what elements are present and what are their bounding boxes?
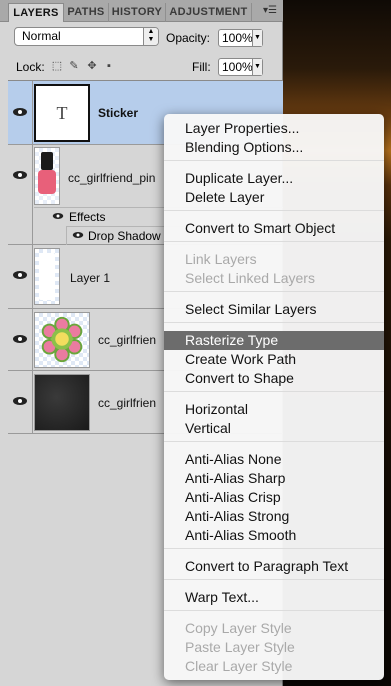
menu-separator xyxy=(164,210,384,211)
menu-separator xyxy=(164,391,384,392)
menu-item-anti-alias-smooth[interactable]: Anti-Alias Smooth xyxy=(164,526,384,545)
lock-row: Lock: ⬚ ✎ ✥ ▪ Fill: 100% ▼ xyxy=(0,55,283,79)
eye-icon xyxy=(13,171,27,179)
menu-item-duplicate-layer[interactable]: Duplicate Layer... xyxy=(164,169,384,188)
dropdown-arrow-icon[interactable]: ▼ xyxy=(252,59,262,75)
tab-adjustment[interactable]: ADJUSTMENT xyxy=(166,3,252,22)
menu-item-horizontal[interactable]: Horizontal xyxy=(164,400,384,419)
menu-item-anti-alias-none[interactable]: Anti-Alias None xyxy=(164,450,384,469)
menu-item-convert-paragraph-text[interactable]: Convert to Paragraph Text xyxy=(164,557,384,576)
lock-label: Lock: xyxy=(16,60,45,74)
layer-name: cc_girlfriend_pin xyxy=(68,171,156,185)
menu-item-select-similar-layers[interactable]: Select Similar Layers xyxy=(164,300,384,319)
menu-item-link-layers: Link Layers xyxy=(185,251,257,267)
menu-separator xyxy=(164,322,384,323)
eye-icon xyxy=(13,397,27,405)
effects-label: Effects xyxy=(69,210,106,224)
menu-separator xyxy=(164,579,384,580)
lock-brush-icon[interactable]: ✎ xyxy=(68,60,80,72)
effect-name: Drop Shadow xyxy=(88,229,161,243)
menu-item-copy-layer-style: Copy Layer Style xyxy=(185,620,292,636)
flower-icon xyxy=(41,316,83,363)
opacity-field[interactable]: 100% ▼ xyxy=(218,29,263,47)
dropdown-arrow-icon[interactable]: ▼ xyxy=(252,30,262,46)
menu-item-convert-smart-object[interactable]: Convert to Smart Object xyxy=(164,219,384,238)
select-arrows-icon: ▲ ▼ xyxy=(143,28,158,45)
visibility-toggle[interactable] xyxy=(8,81,33,144)
menu-separator xyxy=(164,548,384,549)
text-layer-icon: T xyxy=(56,103,68,123)
tab-paths[interactable]: PATHS xyxy=(64,3,109,22)
visibility-toggle[interactable] xyxy=(8,309,33,370)
layer-name: Layer 1 xyxy=(70,271,111,285)
nail-polish-icon xyxy=(41,152,53,170)
layer-name: Sticker xyxy=(98,106,139,120)
menu-item-create-work-path[interactable]: Create Work Path xyxy=(164,350,384,369)
blend-mode-select[interactable]: Normal ▲ ▼ xyxy=(14,27,159,46)
tab-history[interactable]: HISTORY xyxy=(109,3,166,22)
menu-item-blending-options[interactable]: Blending Options... xyxy=(164,138,384,157)
visibility-toggle[interactable] xyxy=(8,371,33,433)
eye-icon xyxy=(13,335,27,343)
layer-thumbnail xyxy=(34,374,90,431)
layer-thumbnail xyxy=(34,147,60,205)
eye-icon xyxy=(13,271,27,279)
panel-menu-icon[interactable]: ▾☰ xyxy=(261,4,279,18)
menu-separator xyxy=(164,241,384,242)
menu-item-convert-to-shape[interactable]: Convert to Shape xyxy=(164,369,384,388)
menu-item-delete-layer[interactable]: Delete Layer xyxy=(164,188,384,207)
visibility-toggle[interactable] xyxy=(8,245,33,308)
layer-name: cc_girlfrien xyxy=(98,333,157,347)
menu-item-paste-layer-style: Paste Layer Style xyxy=(185,639,295,655)
eye-icon xyxy=(13,108,27,116)
menu-item-rasterize-type[interactable]: Rasterize Type xyxy=(164,331,384,350)
menu-item-anti-alias-crisp[interactable]: Anti-Alias Crisp xyxy=(164,488,384,507)
menu-item-anti-alias-sharp[interactable]: Anti-Alias Sharp xyxy=(164,469,384,488)
layer-thumbnail xyxy=(34,312,90,368)
layer-thumbnail: T xyxy=(34,84,90,142)
panel-tab-bar: LAYERS PATHS HISTORY ADJUSTMENT ▾☰ xyxy=(0,0,283,22)
menu-separator xyxy=(164,610,384,611)
layer-name: cc_girlfrien xyxy=(98,396,157,410)
opacity-label: Opacity: xyxy=(166,31,211,45)
fill-label: Fill: xyxy=(192,60,211,74)
lock-all-icon[interactable]: ▪ xyxy=(103,60,115,72)
lock-transparent-icon[interactable]: ⬚ xyxy=(51,60,63,72)
menu-separator xyxy=(164,441,384,442)
tab-layers[interactable]: LAYERS xyxy=(8,3,64,22)
menu-item-clear-layer-style: Clear Layer Style xyxy=(185,658,293,674)
menu-item-vertical[interactable]: Vertical xyxy=(164,419,384,438)
menu-separator xyxy=(164,160,384,161)
opacity-value: 100% xyxy=(222,31,253,45)
layer-content-shape xyxy=(39,253,55,300)
context-menu: Layer Properties... Blending Options... … xyxy=(164,114,384,680)
fill-field[interactable]: 100% ▼ xyxy=(218,58,263,76)
menu-item-warp-text[interactable]: Warp Text... xyxy=(164,588,384,607)
fill-value: 100% xyxy=(222,60,253,74)
menu-item-layer-properties[interactable]: Layer Properties... xyxy=(164,119,384,138)
blend-mode-value: Normal xyxy=(22,29,61,43)
eye-icon xyxy=(52,213,64,219)
visibility-toggle[interactable] xyxy=(8,145,33,244)
nail-polish-bottle-icon xyxy=(38,170,56,194)
menu-item-anti-alias-strong[interactable]: Anti-Alias Strong xyxy=(164,507,384,526)
menu-item-select-linked-layers: Select Linked Layers xyxy=(185,270,315,286)
layer-thumbnail xyxy=(34,248,60,305)
eye-icon xyxy=(72,232,84,238)
lock-move-icon[interactable]: ✥ xyxy=(86,60,98,72)
menu-separator xyxy=(164,291,384,292)
